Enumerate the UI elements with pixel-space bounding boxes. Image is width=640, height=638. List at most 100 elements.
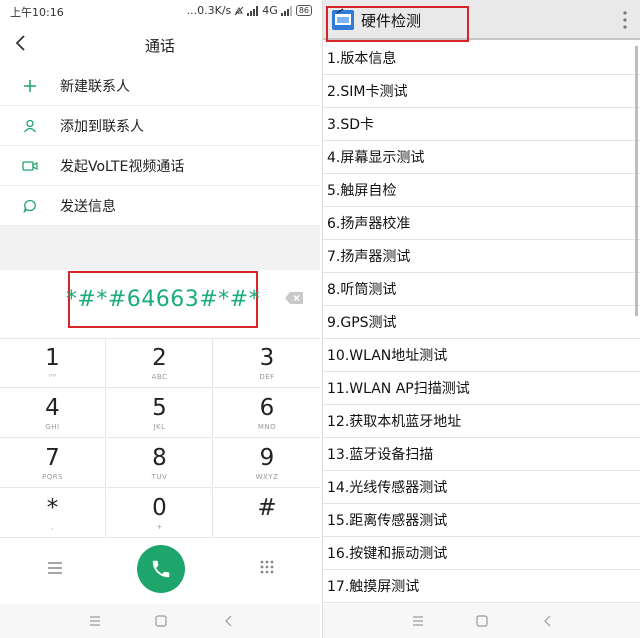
- key-letters: DEF: [259, 373, 275, 381]
- menu-item-new-contact[interactable]: 新建联系人: [0, 66, 320, 106]
- overflow-menu-icon[interactable]: [623, 11, 627, 29]
- key-7[interactable]: 7 PQRS: [0, 439, 106, 488]
- key-1[interactable]: 1 ᴼᴼ: [0, 339, 106, 388]
- test-item-sd[interactable]: 3.SD卡: [323, 108, 640, 141]
- dialpad-toggle-icon[interactable]: [260, 560, 274, 574]
- dialed-number: *#*#64663#*#*: [65, 287, 261, 312]
- test-item-keys-vibration[interactable]: 16.按键和振动测试: [323, 537, 640, 570]
- key-star[interactable]: *,: [0, 489, 106, 538]
- key-digit: 2: [152, 345, 167, 371]
- key-letters: JKL: [153, 423, 166, 431]
- test-item-version-info[interactable]: 1.版本信息: [323, 42, 640, 75]
- plus-icon: [0, 79, 60, 93]
- key-6[interactable]: 6 MNO: [214, 389, 320, 438]
- home-icon[interactable]: [154, 614, 168, 628]
- key-9[interactable]: 9 WXYZ: [214, 439, 320, 488]
- status-icons: ...0.3K/s 4G 86: [187, 4, 312, 17]
- phone-icon: [152, 560, 170, 578]
- key-letters: ABC: [151, 373, 168, 381]
- key-letters: WXYZ: [255, 473, 279, 481]
- battery-icon: 86: [295, 5, 312, 16]
- key-digit: #: [257, 495, 277, 521]
- key-0[interactable]: 0 +: [107, 489, 213, 538]
- key-letters: +: [156, 523, 163, 531]
- key-digit: 0: [152, 495, 167, 521]
- test-item-light-sensor[interactable]: 14.光线传感器测试: [323, 471, 640, 504]
- key-digit: 6: [259, 395, 275, 421]
- menu-item-video-call[interactable]: 发起VoLTE视频通话: [0, 146, 320, 186]
- key-digit: 9: [259, 445, 275, 471]
- test-item-bluetooth-scan[interactable]: 13.蓝牙设备扫描: [323, 438, 640, 471]
- hardware-test-panel: 硬件检测 1.版本信息 2.SIM卡测试 3.SD卡 4.屏幕显示测试 5.触屏…: [322, 0, 640, 638]
- menu-item-label: 发送信息: [60, 198, 116, 215]
- key-hash[interactable]: #: [214, 489, 320, 538]
- status-time: 上午10:16: [10, 6, 64, 19]
- key-letters: GHI: [45, 423, 60, 431]
- divider-area: [0, 226, 320, 270]
- test-item-wlan-ap-scan[interactable]: 11.WLAN AP扫描测试: [323, 372, 640, 405]
- key-letters: PQRS: [41, 473, 64, 481]
- key-5[interactable]: 5 JKL: [107, 389, 213, 438]
- call-button[interactable]: [137, 545, 185, 593]
- test-item-wlan-address[interactable]: 10.WLAN地址测试: [323, 339, 640, 372]
- signal-icon: [247, 5, 259, 16]
- hamburger-menu-icon[interactable]: [48, 562, 62, 574]
- menu-item-add-to-contact[interactable]: 添加到联系人: [0, 106, 320, 146]
- app-header: 硬件检测: [323, 0, 640, 42]
- system-navbar: [0, 604, 320, 638]
- dialer-menu: 新建联系人 添加到联系人 发起VoLTE视频通话 发送信息: [0, 66, 320, 226]
- key-4[interactable]: 4 GHI: [0, 389, 106, 438]
- dialed-number-display: *#*#64663#*#*: [65, 271, 261, 328]
- status-bar: 上午10:16 ...0.3K/s 4G 86: [0, 0, 320, 22]
- person-icon: [0, 119, 60, 133]
- backspace-icon[interactable]: [284, 291, 304, 305]
- key-2[interactable]: 2 ABC: [107, 339, 213, 388]
- voicemail-icon: ᴼᴼ: [48, 373, 57, 381]
- signal-icon-2: [280, 5, 292, 16]
- key-digit: 3: [259, 345, 275, 371]
- video-icon: [0, 160, 60, 172]
- test-item-sim[interactable]: 2.SIM卡测试: [323, 75, 640, 108]
- recent-apps-icon[interactable]: [411, 614, 425, 628]
- scrollbar[interactable]: [635, 46, 638, 316]
- menu-item-send-message[interactable]: 发送信息: [0, 186, 320, 226]
- highlight-box: [326, 6, 469, 42]
- key-digit: 1: [45, 345, 60, 371]
- test-item-speaker[interactable]: 7.扬声器测试: [323, 240, 640, 273]
- net-speed: ...0.3K/s: [186, 4, 232, 17]
- key-digit: 5: [152, 395, 167, 421]
- test-item-screen[interactable]: 4.屏幕显示测试: [323, 141, 640, 174]
- page-title: 通话: [144, 37, 175, 55]
- menu-item-label: 添加到联系人: [60, 118, 144, 135]
- key-letters: TUV: [151, 473, 168, 481]
- key-digit: 8: [152, 445, 167, 471]
- recent-apps-icon[interactable]: [88, 614, 102, 628]
- back-nav-icon[interactable]: [222, 614, 236, 628]
- test-item-touchscreen[interactable]: 17.触摸屏测试: [323, 570, 640, 603]
- test-list: 1.版本信息 2.SIM卡测试 3.SD卡 4.屏幕显示测试 5.触屏自检 6.…: [323, 42, 640, 603]
- silent-icon: [234, 6, 244, 15]
- test-item-touch-selfcheck[interactable]: 5.触屏自检: [323, 174, 640, 207]
- key-letters: MNO: [257, 423, 277, 431]
- test-item-receiver[interactable]: 8.听筒测试: [323, 273, 640, 306]
- menu-item-label: 发起VoLTE视频通话: [60, 158, 185, 175]
- dial-action-row: [0, 538, 320, 602]
- key-digit: 4: [45, 395, 60, 421]
- dialer-panel: 上午10:16 ...0.3K/s 4G 86 通话 新建联系人 添加到联系人: [0, 0, 320, 638]
- network-type: 4G: [262, 4, 278, 17]
- test-item-bluetooth-address[interactable]: 12.获取本机蓝牙地址: [323, 405, 640, 438]
- key-letters: ,: [51, 523, 54, 531]
- dialer-topbar: 通话: [0, 24, 320, 64]
- dial-keypad: 1 ᴼᴼ 2 ABC 3 DEF 4 GHI 5 JKL 6 MNO 7 PQRS 8 TUV …: [0, 338, 320, 538]
- back-nav-icon[interactable]: [541, 614, 555, 628]
- key-3[interactable]: 3 DEF: [214, 339, 320, 388]
- test-item-gps[interactable]: 9.GPS测试: [323, 306, 640, 339]
- test-item-proximity-sensor[interactable]: 15.距离传感器测试: [323, 504, 640, 537]
- home-icon[interactable]: [475, 614, 489, 628]
- key-8[interactable]: 8 TUV: [107, 439, 213, 488]
- key-digit: *: [46, 495, 59, 521]
- key-digit: 7: [45, 445, 60, 471]
- message-icon: [0, 199, 60, 213]
- menu-item-label: 新建联系人: [60, 78, 130, 95]
- test-item-speaker-calibration[interactable]: 6.扬声器校准: [323, 207, 640, 240]
